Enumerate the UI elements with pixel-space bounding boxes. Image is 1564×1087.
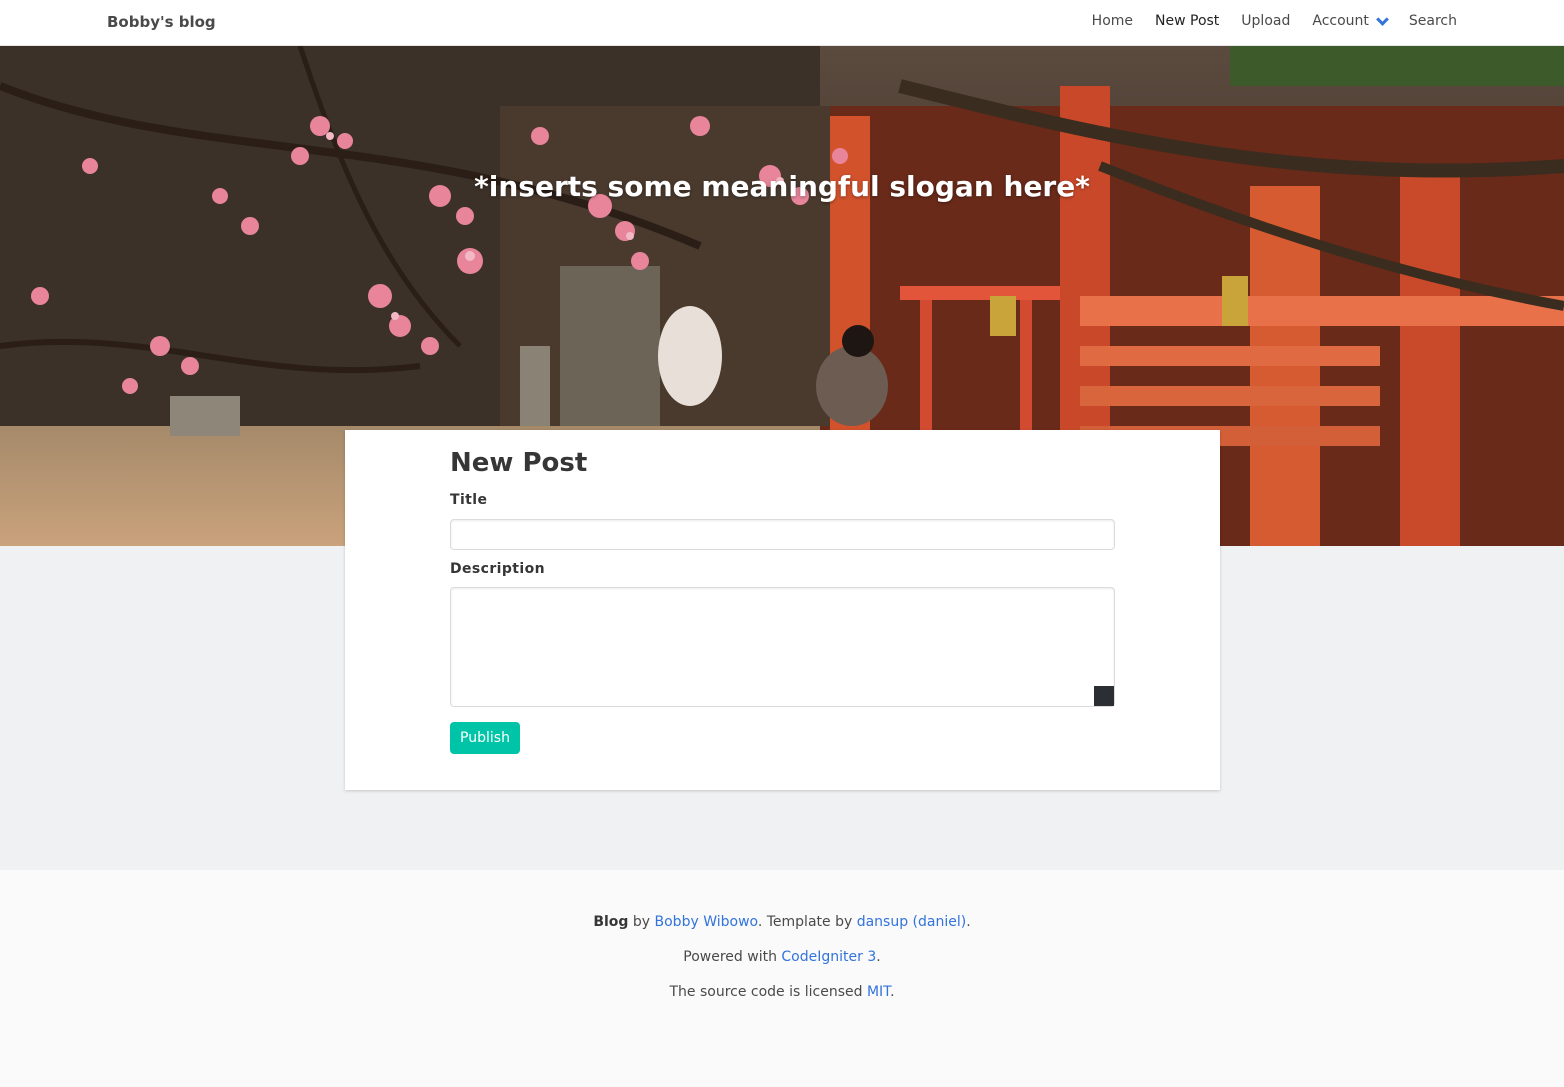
description-label: Description bbox=[450, 561, 545, 577]
footer-period: . bbox=[966, 914, 971, 930]
nav-item-home[interactable]: Home bbox=[1092, 13, 1133, 29]
textarea-resize-handle[interactable] bbox=[1094, 686, 1114, 706]
nav-item-account-label: Account bbox=[1312, 13, 1369, 29]
footer-period: . bbox=[890, 984, 895, 1000]
new-post-card: New Post Title Description Publish bbox=[345, 430, 1220, 790]
nav-item-upload[interactable]: Upload bbox=[1241, 13, 1290, 29]
footer-mit-link[interactable]: MIT bbox=[867, 984, 890, 1000]
chevron-down-icon bbox=[1376, 12, 1389, 26]
description-textarea[interactable] bbox=[450, 587, 1115, 707]
footer-powered-line: Powered with CodeIgniter 3. bbox=[0, 949, 1564, 965]
hero-slogan: *inserts some meaningful slogan here* bbox=[474, 170, 1090, 203]
footer-template-by-text: . Template by bbox=[757, 914, 857, 930]
page-footer: Blog by Bobby Wibowo. Template by dansup… bbox=[0, 870, 1564, 1087]
top-navbar: Bobby's blog Home New Post Upload Accoun… bbox=[0, 0, 1564, 46]
footer-author-link[interactable]: Bobby Wibowo bbox=[655, 914, 758, 930]
title-label: Title bbox=[450, 492, 488, 508]
footer-template-author-link[interactable]: dansup (daniel) bbox=[857, 914, 967, 930]
brand-link[interactable]: Bobby's blog bbox=[107, 13, 216, 31]
nav-item-account[interactable]: Account bbox=[1312, 12, 1389, 29]
footer-license-line: The source code is licensed MIT. bbox=[0, 984, 1564, 1000]
footer-credits-line: Blog by Bobby Wibowo. Template by dansup… bbox=[0, 914, 1564, 930]
publish-button[interactable]: Publish bbox=[450, 722, 520, 754]
nav-menu: Home New Post Upload Account Search bbox=[1070, 12, 1457, 29]
title-input[interactable] bbox=[450, 519, 1115, 550]
footer-by-text: by bbox=[628, 914, 655, 930]
nav-item-search[interactable]: Search bbox=[1409, 13, 1457, 29]
footer-period: . bbox=[876, 949, 881, 965]
footer-blog-label: Blog bbox=[593, 914, 629, 930]
footer-powered-text: Powered with bbox=[683, 949, 782, 965]
page-title: New Post bbox=[450, 448, 588, 478]
nav-item-new-post[interactable]: New Post bbox=[1155, 13, 1219, 29]
footer-codeigniter-link[interactable]: CodeIgniter 3 bbox=[781, 949, 876, 965]
footer-license-text: The source code is licensed bbox=[669, 984, 867, 1000]
